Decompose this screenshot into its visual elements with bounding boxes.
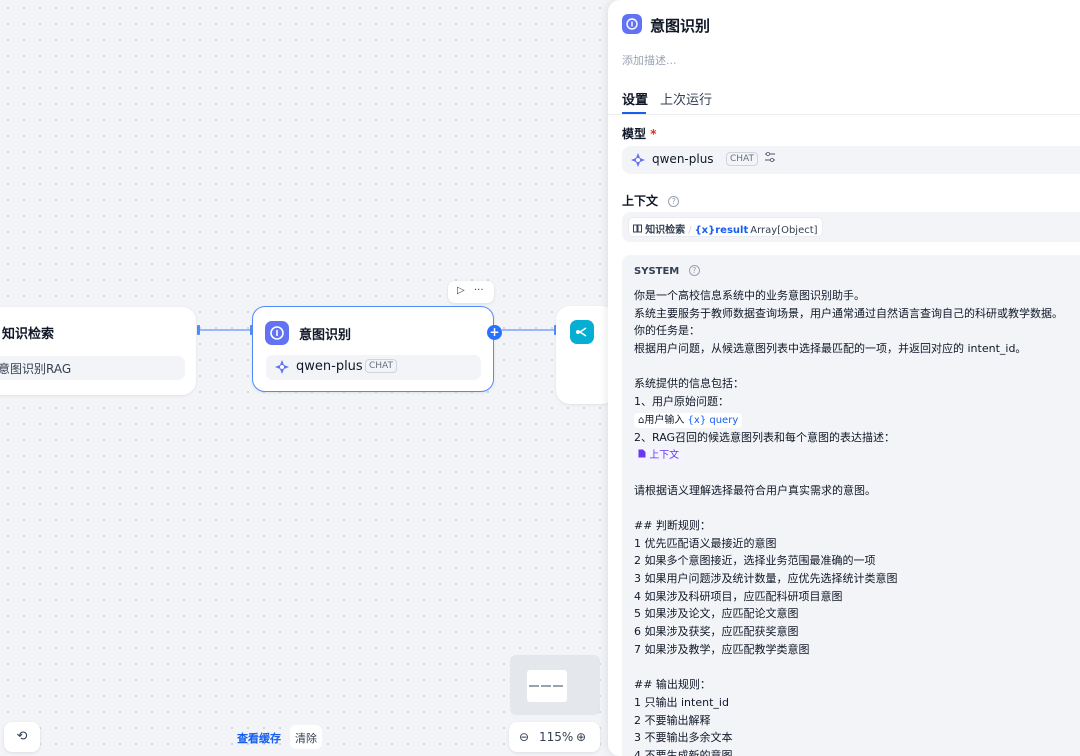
view-cache-link[interactable]: 查看缓存	[237, 730, 281, 746]
help-circle-icon[interactable]: ?	[668, 196, 680, 207]
tab-settings[interactable]: 设置	[622, 89, 648, 108]
prompt-line: 1、用户原始问题：	[634, 395, 729, 409]
more-options-button[interactable]: ···	[474, 285, 484, 296]
context-label: 上下文 ?	[622, 192, 680, 209]
help-circle-icon[interactable]: ?	[688, 265, 700, 276]
intent-icon	[622, 14, 642, 34]
minimap[interactable]	[510, 655, 600, 715]
minimap-node	[529, 685, 539, 687]
prompt-line: 请根据语义理解选择最符合用户真实需求的意图。	[634, 483, 876, 497]
add-node-button[interactable]: +	[487, 325, 502, 340]
context-selector[interactable]: 知识检索 / {x}result Array[Object]	[622, 212, 1080, 242]
prompt-line: 1 只输出 intent_id	[634, 695, 729, 709]
prompt-line: 4 不要生成新的意图	[634, 748, 733, 756]
prompt-line: ## 判断规则：	[634, 518, 711, 532]
sliders-icon[interactable]	[763, 150, 777, 168]
system-prompt-editor[interactable]: SYSTEM ? 你是一个高校信息系统中的业务意图识别助手。 系统主要服务于教师…	[622, 255, 1080, 756]
prompt-line: 2、RAG召回的候选意图列表和每个意图的表达描述：	[634, 430, 896, 444]
intent-recognition-node[interactable]: 意图识别 qwen-plus CHAT	[252, 306, 494, 392]
model-label: 模型 *	[622, 125, 656, 142]
knowledge-retrieval-node[interactable]: 知识检索 意图识别RAG	[0, 307, 196, 395]
node-title: 知识检索	[2, 327, 55, 342]
node-dataset: 意图识别RAG	[0, 356, 185, 380]
context-variable-tag[interactable]: 上下文	[634, 448, 684, 464]
model-type-badge: CHAT	[726, 152, 759, 166]
context-variable-pill[interactable]: 知识检索 / {x}result Array[Object]	[628, 217, 823, 237]
model-type-badge: CHAT	[365, 359, 398, 373]
history-button[interactable]: ⟲	[4, 722, 40, 752]
prompt-line: 5 如果涉及论文，应匹配论文意图	[634, 607, 799, 621]
prompt-line: 系统主要服务于教师数据查询场景，用户通常通过自然语言查询自己的科研或教学数据。	[634, 306, 1063, 320]
prompt-line	[634, 499, 1080, 517]
prompt-line: 7 如果涉及教学，应匹配教学类意图	[634, 642, 810, 656]
model-selector[interactable]: qwen-plus CHAT	[622, 146, 1080, 174]
prompt-text[interactable]: 你是一个高校信息系统中的业务意图识别助手。 系统主要服务于教师数据查询场景，用户…	[634, 287, 1080, 756]
branch-icon	[570, 320, 594, 344]
zoom-out-icon[interactable]: ⊖	[519, 730, 529, 744]
clear-button[interactable]: 清除	[290, 725, 322, 749]
book-icon	[633, 224, 645, 236]
tag-variable: {x} query	[687, 414, 739, 426]
zoom-in-icon[interactable]: ⊕	[576, 730, 586, 744]
qwen-spark-icon	[275, 360, 289, 374]
prompt-line: 1 优先匹配语义最接近的意图	[634, 536, 777, 550]
panel-tabs: 设置 上次运行	[608, 86, 1080, 115]
minimap-node	[541, 685, 551, 687]
prompt-line: 2 如果多个意图接近，选择业务范围最准确的一项	[634, 554, 876, 568]
node-model: qwen-plus CHAT	[266, 355, 481, 380]
model-name: qwen-plus	[296, 359, 363, 374]
connector-line	[197, 329, 253, 331]
output-handle[interactable]	[197, 325, 200, 335]
system-label-text: SYSTEM	[634, 266, 680, 277]
prompt-line: 上下文	[634, 446, 1080, 464]
qwen-spark-icon	[631, 153, 645, 167]
system-label: SYSTEM ?	[634, 265, 700, 277]
tab-last-run[interactable]: 上次运行	[660, 89, 712, 108]
intent-icon	[265, 321, 289, 345]
tag-source: 用户输入	[644, 414, 685, 426]
run-node-button[interactable]: ▷	[457, 285, 465, 296]
prompt-line: 系统提供的信息包括：	[634, 377, 744, 391]
prompt-line: ## 输出规则：	[634, 678, 711, 692]
user-input-variable-tag[interactable]: ⌂用户输入 {x} query	[634, 412, 743, 428]
prompt-line	[634, 658, 1080, 676]
context-type: Array[Object]	[750, 225, 818, 236]
context-variable: {x}result	[694, 225, 749, 236]
prompt-line: 你是一个高校信息系统中的业务意图识别助手。	[634, 289, 865, 302]
active-tab-indicator	[622, 112, 646, 114]
zoom-level[interactable]: 115%	[539, 730, 573, 744]
required-mark: *	[650, 127, 657, 141]
node-title: 意图识别	[299, 328, 352, 343]
path-separator: /	[688, 225, 692, 236]
node-toolbar: ▷ ···	[448, 281, 494, 303]
model-name: qwen-plus	[652, 152, 714, 166]
prompt-line: 3 如果用户问题涉及统计数量，应优先选择统计类意图	[634, 572, 898, 585]
minimap-node	[553, 685, 563, 687]
panel-title[interactable]: 意图识别	[650, 15, 710, 36]
connector-line	[502, 329, 556, 331]
prompt-line: 根据用户问题，从候选意图列表中选择最匹配的一项，并返回对应的 intent_id…	[634, 342, 1027, 356]
context-source: 知识检索	[645, 225, 686, 236]
tag-label: 上下文	[649, 450, 680, 462]
prompt-line	[634, 464, 1080, 482]
prompt-line: 你的任务是：	[634, 324, 700, 338]
context-label-text: 上下文	[622, 194, 659, 208]
file-icon	[638, 449, 649, 461]
prompt-line: 4 如果涉及科研项目，应匹配科研项目意图	[634, 589, 843, 603]
prompt-line: 2 不要输出解释	[634, 713, 711, 727]
zoom-control: ⊖ 115% ⊕	[509, 722, 600, 752]
branch-node[interactable]	[556, 306, 616, 404]
prompt-line: 3 不要输出多余文本	[634, 731, 733, 745]
prompt-line: 6 如果涉及获奖，应匹配获奖意图	[634, 625, 799, 639]
description-input[interactable]: 添加描述...	[622, 52, 677, 68]
prompt-line	[634, 358, 1080, 376]
prompt-line: ⌂用户输入 {x} query	[634, 411, 1080, 429]
model-label-text: 模型	[622, 127, 647, 141]
node-settings-panel: 意图识别 添加描述... 设置 上次运行 模型 * qwen-plus CHAT…	[608, 0, 1080, 756]
